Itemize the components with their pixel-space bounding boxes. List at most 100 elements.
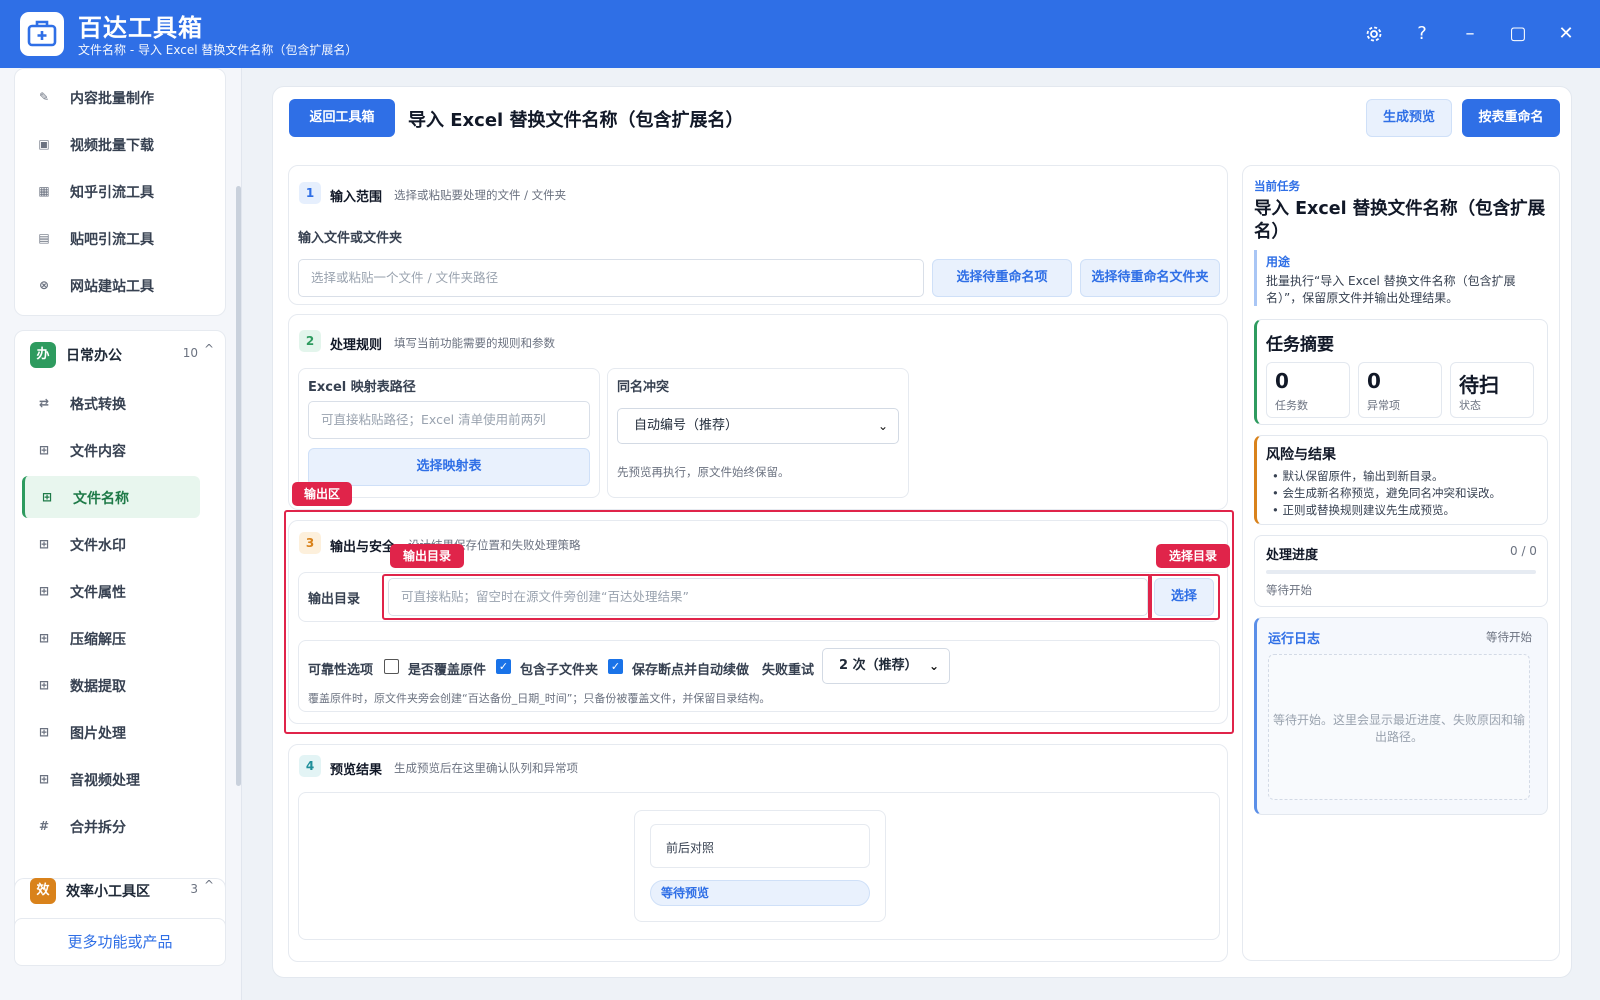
select-mapping-button[interactable]: 选择映射表 [308,448,590,486]
step1-description: 选择或粘贴要处理的文件 / 文件夹 [394,188,567,202]
hash-icon: # [38,819,50,833]
chevron-up-icon: ^ [203,878,214,892]
step-number-1: 1 [299,182,321,204]
sidebar: ✎ 内容批量制作 ▣ 视频批量下载 ▦ 知乎引流工具 ▤ 贴吧引流工具 ⊗ 网站建站工具 … [0,68,242,1000]
group-count-office: 10 [182,346,198,360]
step-number-2: 2 [299,330,321,352]
conflict-label: 同名冲突 [617,380,670,395]
purpose-bar [1254,250,1257,306]
waiting-preview-pill: 等待预览 [650,880,870,906]
zhihu-icon: ▦ [38,184,50,198]
video-icon: ▣ [38,137,50,151]
rename-by-table-button[interactable]: 按表重命名 [1462,99,1560,137]
sidebar-item-file-attributes[interactable]: ⊞ 文件属性 [22,570,200,612]
output-dir-tag: 输出目录 [390,544,464,568]
chevron-up-icon: ^ [203,342,214,356]
help-icon[interactable]: ? [1408,20,1436,48]
grid-icon: ⊞ [41,490,53,504]
title-bar: 百达工具箱 文件名称 - 导入 Excel 替换文件名称（包含扩展名） ? – … [0,0,1600,68]
globe-icon: ⊗ [38,278,50,292]
group-name-office: 日常办公 [66,348,122,364]
stat-status: 待扫 状态 [1450,362,1534,418]
generate-preview-button[interactable]: 生成预览 [1366,99,1452,137]
edit-icon: ✎ [38,90,50,104]
sidebar-item-website[interactable]: ⊗ 网站建站工具 [22,264,200,306]
sidebar-item-video-download[interactable]: ▣ 视频批量下载 [22,123,200,165]
sidebar-item-audio-video[interactable]: ⊞ 音视频处理 [22,758,200,800]
select-dir-highlight [1148,574,1220,620]
purpose-text: 批量执行“导入 Excel 替换文件名称（包含扩展名）”，保留原文件并输出处理结… [1266,274,1516,305]
grid-icon: ⊞ [38,725,50,739]
sidebar-item-format-convert[interactable]: ⇄ 格式转换 [22,382,200,424]
sidebar-item-tieba[interactable]: ▤ 贴吧引流工具 [22,217,200,259]
sidebar-item-file-name[interactable]: ⊞ 文件名称 [22,476,200,518]
select-dir-tag: 选择目录 [1156,544,1230,568]
current-task-title: 导入 Excel 替换文件名称（包含扩展名） [1254,199,1546,242]
tieba-icon: ▤ [38,231,50,245]
chevron-down-icon: ⌄ [877,419,888,433]
log-placeholder: 等待开始。这里会显示最近进度、失败原因和输出路径。 [1272,713,1525,744]
step2-description: 填写当前功能需要的规则和参数 [394,336,555,350]
sidebar-item-merge-split[interactable]: # 合并拆分 [22,805,200,847]
sidebar-scroll-thumb[interactable] [236,186,241,786]
conflict-select-value: 自动编号（推荐） [634,418,739,433]
grid-icon: ⊞ [38,584,50,598]
step-number-4: 4 [299,755,321,777]
stat-exception-count: 0 异常项 [1358,362,1442,418]
page-title: 导入 Excel 替换文件名称（包含扩展名） [408,110,744,131]
convert-icon: ⇄ [38,396,50,410]
step1-title: 输入范围 [330,190,383,205]
sidebar-item-file-watermark[interactable]: ⊞ 文件水印 [22,523,200,565]
progress-value: 0 / 0 [1510,544,1537,558]
office-badge: 办 [30,342,56,368]
purpose-label: 用途 [1266,255,1291,269]
progress-status: 等待开始 [1266,583,1312,597]
sidebar-item-image[interactable]: ⊞ 图片处理 [22,711,200,753]
back-to-toolbox-button[interactable]: 返回工具箱 [289,99,395,137]
input-path-field[interactable]: 选择或粘贴一个文件 / 文件夹路径 [298,259,924,297]
step4-description: 生成预览后在这里确认队列和异常项 [394,761,578,775]
conflict-hint: 先预览再执行，原文件始终保留。 [617,465,790,479]
sidebar-item-content-batch[interactable]: ✎ 内容批量制作 [22,76,200,118]
mapping-path-field[interactable]: 可直接粘贴路径；Excel 清单使用前两列 [308,401,590,439]
risk-item: • 默认保留原件，输出到新目录。 [1272,469,1444,483]
efficiency-badge: 效 [30,878,56,904]
close-icon[interactable]: ✕ [1552,20,1580,48]
output-area-tag: 输出区 [292,482,352,506]
output-dir-highlight [382,574,1152,620]
grid-icon: ⊞ [38,443,50,457]
app-logo-icon [20,12,64,56]
grid-icon: ⊞ [38,537,50,551]
more-features-button[interactable]: 更多功能或产品 [14,918,226,966]
select-folder-button[interactable]: 选择待重命名文件夹 [1080,259,1220,297]
step2-title: 处理规则 [330,338,383,353]
log-status: 等待开始 [1486,630,1532,644]
progress-bar [1266,570,1536,574]
grid-icon: ⊞ [38,772,50,786]
group-header-efficiency[interactable]: 效 效率小工具区 3 ^ [14,868,226,914]
group-header-office[interactable]: 办 日常办公 10 ^ [14,332,226,378]
sidebar-item-compress[interactable]: ⊞ 压缩解压 [22,617,200,659]
input-label: 输入文件或文件夹 [298,231,403,246]
risk-item: • 会生成新名称预览，避免同名冲突和误改。 [1272,486,1501,500]
risk-title: 风险与结果 [1266,447,1336,463]
summary-title: 任务摘要 [1266,335,1334,355]
sidebar-item-zhihu[interactable]: ▦ 知乎引流工具 [22,170,200,212]
grid-icon: ⊞ [38,631,50,645]
select-items-button[interactable]: 选择待重命名项 [932,259,1072,297]
log-title: 运行日志 [1268,632,1321,647]
conflict-select[interactable]: 自动编号（推荐） ⌄ [617,408,899,444]
app-title: 百达工具箱 [78,14,203,42]
sidebar-item-data-extract[interactable]: ⊞ 数据提取 [22,664,200,706]
grid-icon: ⊞ [38,678,50,692]
step4-title: 预览结果 [330,763,383,778]
maximize-icon[interactable]: ▢ [1504,20,1532,48]
sidebar-item-file-content[interactable]: ⊞ 文件内容 [22,429,200,471]
app-subtitle: 文件名称 - 导入 Excel 替换文件名称（包含扩展名） [78,43,358,57]
risk-item: • 正则或替换规则建议先生成预览。 [1272,503,1455,517]
settings-gear-icon[interactable] [1360,20,1388,48]
current-task-label: 当前任务 [1254,179,1300,193]
group-name-efficiency: 效率小工具区 [66,884,150,900]
stat-task-count: 0 任务数 [1266,362,1350,418]
minimize-icon[interactable]: – [1456,20,1484,48]
